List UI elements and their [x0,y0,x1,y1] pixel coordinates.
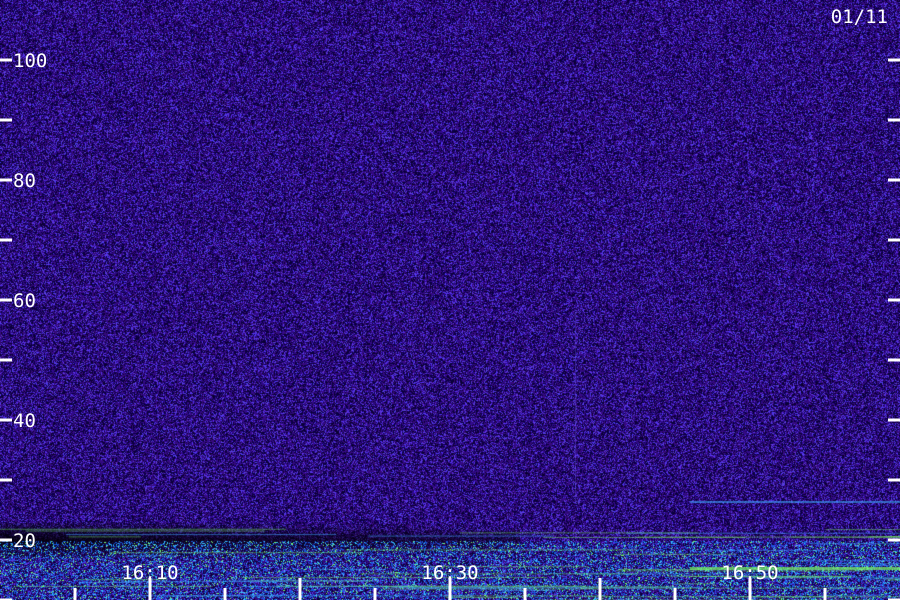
y-tick-label: 80 [13,170,36,192]
x-tick-label: 16:10 [121,562,178,584]
y-tick-label: 100 [13,50,47,72]
y-tick-label: 60 [13,290,36,312]
y-tick-label: 20 [13,530,36,552]
x-tick-label: 16:50 [721,562,778,584]
spectrogram-frame: 20 40 60 80 100 16:10 16:30 16:50 01/11 [0,0,900,600]
y-tick-label: 40 [13,410,36,432]
x-tick-label: 16:30 [421,562,478,584]
date-label: 01/11 [830,6,888,28]
axes-overlay: 20 40 60 80 100 16:10 16:30 16:50 [0,50,900,600]
